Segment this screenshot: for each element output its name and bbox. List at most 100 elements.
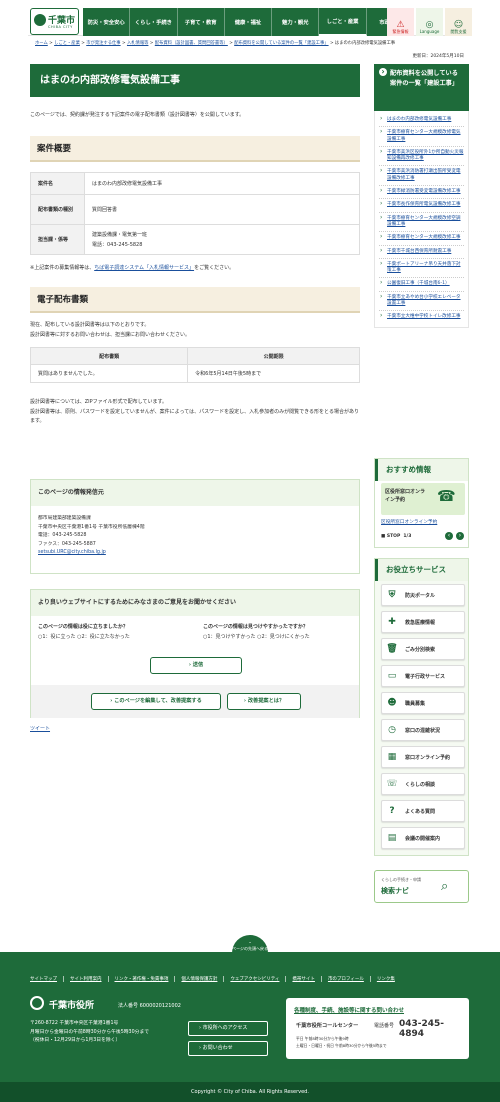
sidebar-link[interactable]: 千葉市療育センター大規模改修工事 bbox=[387, 235, 461, 240]
service-label: 救急医療情報 bbox=[405, 619, 436, 626]
sidebar-link[interactable]: 千葉市立あやめ台小学校エレベータ設置工事 bbox=[387, 295, 461, 306]
column-header: 配布書類 bbox=[29, 347, 189, 365]
sidebar-link[interactable]: 千葉市療育センター大規模改修電気設備工事 bbox=[387, 130, 461, 141]
laptop-icon: ▭ bbox=[387, 671, 397, 681]
bidding-note: ※上記案件の募集情報等は、ちば電子調達システム「入札情報サービス」をご覧ください… bbox=[30, 264, 360, 271]
chat-icon: ☏ bbox=[386, 779, 398, 789]
nav-item-tourism[interactable]: 魅力・観光 bbox=[272, 8, 320, 36]
service-meetings[interactable]: ▤ 会議の開催案内 bbox=[381, 827, 465, 849]
call-tel-label: 電話番号 bbox=[374, 1023, 395, 1029]
contact-button[interactable]: › お問い合わせ bbox=[188, 1041, 268, 1056]
breadcrumb-link[interactable]: 配布資料を公開している案件の一覧「建設工事」 bbox=[234, 41, 328, 46]
service-garbage[interactable]: 🗑 ごみ分別検索 bbox=[381, 638, 465, 660]
nav-item-life[interactable]: くらし・手続き bbox=[130, 8, 178, 36]
footer-link[interactable]: リンク集 bbox=[371, 976, 401, 982]
table-key: 案件名 bbox=[30, 172, 85, 195]
chevron-right-icon[interactable]: › bbox=[456, 532, 464, 540]
sidebar-link[interactable]: 千葉市千城台西保育所耐震工事 bbox=[387, 249, 451, 254]
main-content: はまのわ内部改修電気設備工事 このページでは、契約課が発注する下記案件の電子配布… bbox=[29, 64, 360, 427]
table-row: 配布書類の種別 質問回答書 bbox=[30, 194, 360, 225]
search-navi-banner[interactable]: くらしの手続き・申請 検索ナビ ⌕ bbox=[374, 870, 469, 903]
sidebar-link[interactable]: 千葉市立大椎中学校トイレ改修工事 bbox=[387, 314, 461, 319]
city-emblem-icon bbox=[30, 996, 44, 1010]
footer-link[interactable]: サイトマップ bbox=[30, 976, 64, 982]
table-key: 担当課・係等 bbox=[30, 224, 85, 255]
reading-support-button[interactable]: ☺ 閲覧支援 bbox=[445, 8, 472, 36]
sidebar-link[interactable]: 千葉市療育センター大規模改修空調設備工事 bbox=[387, 216, 461, 227]
chevron-left-icon[interactable]: ‹ bbox=[445, 532, 453, 540]
footer-link[interactable]: リンク・著作権・免責事項 bbox=[109, 976, 176, 982]
nav-item-safety[interactable]: 防災・安全安心 bbox=[83, 8, 131, 36]
question-icon: ? bbox=[389, 806, 395, 816]
table-cell: 質問はありませんでした。 bbox=[29, 364, 189, 383]
list-item: 千葉市療育センター大規模改修空調設備工事 bbox=[379, 213, 464, 233]
access-button[interactable]: › 市役所へのアクセス bbox=[188, 1021, 268, 1036]
recommend-banner[interactable]: 区役所窓口オンライン予約 ☎ bbox=[381, 483, 465, 515]
language-label: Language bbox=[419, 28, 440, 34]
nav-item-education[interactable]: 子育て・教育 bbox=[178, 8, 225, 36]
search-icon: ⌕ bbox=[441, 879, 449, 894]
service-congestion[interactable]: ◷ 窓口の混雑状況 bbox=[381, 719, 465, 741]
city-emblem-icon bbox=[34, 14, 46, 26]
access-label: 市役所へのアクセス bbox=[202, 1025, 248, 1031]
stop-icon[interactable]: ■ bbox=[381, 534, 385, 539]
call-center-title-link[interactable]: 各種制度、手続、施設等に関する問い合わせ bbox=[294, 1006, 404, 1014]
footer-link[interactable]: ウェブアクセシビリティ bbox=[224, 976, 287, 982]
address-line: 〒260-8722 千葉市中央区千葉港1番1号 bbox=[30, 1021, 119, 1026]
breadcrumb: ホーム > しごと・産業 > 市が発注する仕事 > 入札情報等 > 配布資料（設… bbox=[35, 41, 396, 46]
dept-name: 建築設備課・電気第一班 bbox=[92, 231, 148, 238]
sidebar-link[interactable]: 千葉市長作保育所電気設備改修工事 bbox=[387, 202, 461, 207]
table-key: 配布書類の種別 bbox=[30, 194, 85, 225]
footer-link[interactable]: 市のプロフィール bbox=[322, 976, 371, 982]
address-line: 月曜日から金曜日の午前8時30分から午後5時30分まで bbox=[30, 1029, 150, 1035]
sidebar-heading: 配布資料を公開している案件の一覧「建設工事」 bbox=[374, 64, 469, 111]
service-recruit[interactable]: ☻ 職員募集 bbox=[381, 692, 465, 714]
sidebar-link[interactable]: 千葉ポートアリーナ吊り天井落下対策工事 bbox=[387, 262, 461, 273]
service-label: 防災ポータル bbox=[405, 592, 436, 599]
footer-address: 〒260-8722 千葉市中央区千葉港1番1号 月曜日から金曜日の午前8時30分… bbox=[30, 1020, 149, 1046]
sidebar-link[interactable]: 公園復旧工事（千城台南6-1） bbox=[387, 281, 450, 286]
service-disaster[interactable]: ⛨ 防災ポータル bbox=[381, 584, 465, 606]
breadcrumb-link[interactable]: 配布資料（設計図書、質問回答書等） bbox=[155, 41, 228, 46]
reading-support-label: 閲覧支援 bbox=[450, 28, 467, 34]
language-button[interactable]: ◎ Language bbox=[416, 8, 443, 36]
sidebar-link[interactable]: 千葉市美浜区役所外1か所自動火災報知設備再改修工事 bbox=[387, 150, 463, 161]
contact-address: 千葉市中央区千葉港1番1号 千葉市役所低層棟4階 bbox=[38, 524, 145, 530]
footer-link[interactable]: サイト利用案内 bbox=[64, 976, 109, 982]
emergency-button[interactable]: ⚠ 緊急情報 bbox=[387, 8, 414, 36]
zip-note: 設計図書等については、ZIPファイル形式で配布しています。 設計図書等は、原則、… bbox=[30, 398, 360, 427]
sidebar-link[interactable]: はまのわ内部改修電気設備工事 bbox=[387, 117, 451, 122]
list-item: 千葉市千城台西保育所耐震工事 bbox=[379, 246, 464, 259]
site-logo[interactable]: 千葉市 CHIBA CITY bbox=[30, 8, 79, 35]
service-reservation[interactable]: ▦ 窓口オンライン予約 bbox=[381, 746, 465, 768]
survey-q1-options: ○1：役に立った ○2：役に立たなかった bbox=[38, 633, 130, 640]
tweet-link[interactable]: ツイート bbox=[30, 725, 50, 732]
breadcrumb-link[interactable]: ホーム bbox=[35, 41, 48, 46]
nav-item-health[interactable]: 健康・福祉 bbox=[225, 8, 273, 36]
nav-item-business[interactable]: しごと・産業 bbox=[319, 8, 367, 36]
list-item: 千葉市長作保育所電気設備改修工事 bbox=[379, 199, 464, 213]
edit-proposal-button[interactable]: › このページを編集して、改善提案する bbox=[91, 693, 221, 710]
bidding-system-link[interactable]: ちば電子調達システム「入札情報サービス」 bbox=[94, 265, 194, 271]
breadcrumb-link[interactable]: 市が発注する仕事 bbox=[86, 41, 120, 46]
back-to-top-label: ページの先頭へ戻る bbox=[232, 946, 268, 951]
service-emergency[interactable]: ✚ 救急医療情報 bbox=[381, 611, 465, 633]
people-icon: ☻ bbox=[387, 698, 397, 708]
sidebar-link[interactable]: 千葉市美浜消防署打瀬出張所受変電設備改修工事 bbox=[387, 169, 461, 180]
table-cell: 令和6年5月14日午後5時まで bbox=[187, 364, 360, 383]
footer-link[interactable]: 個人情報保護方針 bbox=[175, 976, 225, 982]
breadcrumb-link[interactable]: 入札情報等 bbox=[127, 41, 148, 46]
contact-email-link[interactable]: setsubi.URC@city.chiba.lg.jp bbox=[38, 550, 106, 555]
service-egov[interactable]: ▭ 電子行政サービス bbox=[381, 665, 465, 687]
submit-button[interactable]: › 送信 bbox=[150, 657, 242, 674]
service-consult[interactable]: ☏ くらしの相談 bbox=[381, 773, 465, 795]
footer-link[interactable]: 携帯サイト bbox=[286, 976, 322, 982]
sidebar-link[interactable]: 千葉市緑消防署受変電設備改修工事 bbox=[387, 189, 461, 194]
list-item: 千葉市美浜区役所外1か所自動火災報知設備再改修工事 bbox=[379, 147, 464, 167]
stop-label[interactable]: STOP bbox=[387, 534, 400, 539]
about-proposal-button[interactable]: › 改善提案とは？ bbox=[227, 693, 301, 710]
breadcrumb-link[interactable]: しごと・産業 bbox=[54, 41, 80, 46]
recommend-link[interactable]: 区役所窓口オンライン予約 bbox=[381, 519, 437, 525]
service-faq[interactable]: ? よくある質問 bbox=[381, 800, 465, 822]
column-header: 公開期限 bbox=[187, 347, 360, 365]
